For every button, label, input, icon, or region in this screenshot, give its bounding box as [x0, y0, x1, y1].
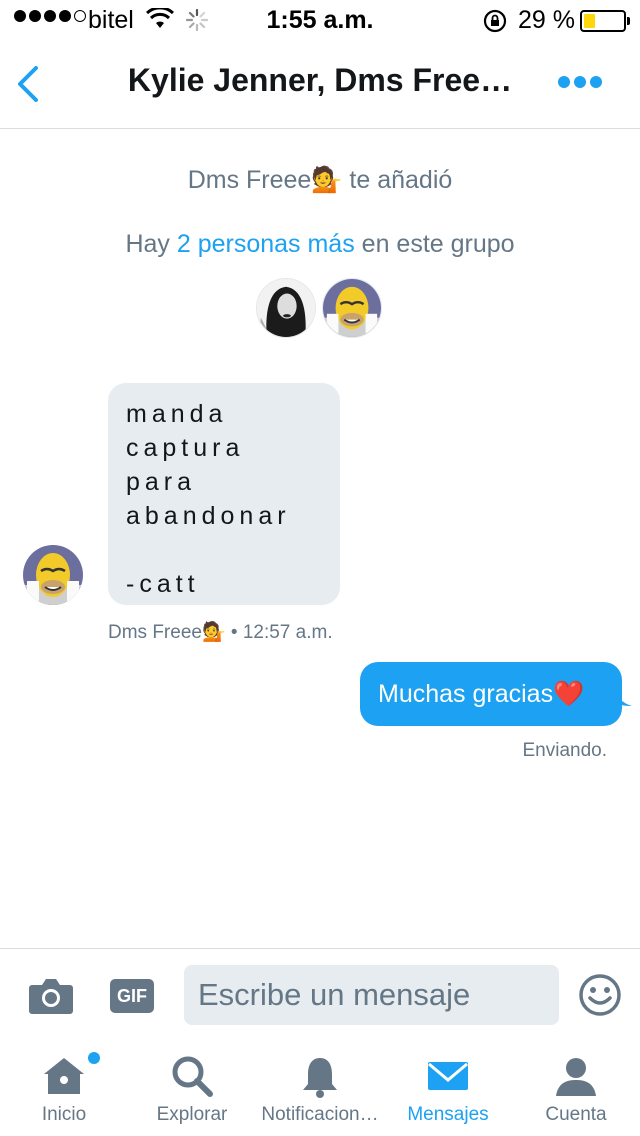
tab-bar: Inicio Explorar Notificacion… Mensajes C…	[0, 1036, 640, 1136]
more-options-icon[interactable]	[558, 70, 608, 94]
notification-dot	[88, 1052, 100, 1064]
tab-notificaciones[interactable]: Notificacion…	[256, 1036, 384, 1136]
status-bar: bitel 1:55 a.m. 29 %	[0, 0, 640, 40]
mail-icon	[428, 1062, 468, 1090]
members-link[interactable]: 2 personas más	[177, 230, 355, 258]
incoming-message-meta: Dms Freee💁 • 12:57 a.m.	[108, 622, 333, 643]
tab-label: Explorar	[156, 1104, 228, 1125]
delivery-status: Enviando.	[522, 740, 607, 761]
tab-inicio[interactable]: Inicio	[0, 1036, 128, 1136]
group-avatars	[256, 278, 382, 338]
tab-label: Mensajes	[407, 1104, 489, 1125]
added-notice: Dms Freee💁 te añadió	[187, 166, 453, 194]
tab-label: Cuenta	[545, 1104, 607, 1125]
tab-mensajes[interactable]: Mensajes	[384, 1036, 512, 1136]
message-input[interactable]	[184, 965, 559, 1025]
tab-explorar[interactable]: Explorar	[128, 1036, 256, 1136]
conversation-header: Kylie Jenner, Dms Free…	[0, 40, 640, 129]
group-members-notice: Hay 2 personas más en este grupo	[0, 230, 640, 259]
home-icon	[44, 1058, 84, 1094]
sender-avatar[interactable]	[23, 545, 83, 605]
outgoing-message-bubble[interactable]: Muchas gracias❤️	[360, 662, 622, 726]
camera-icon[interactable]	[28, 975, 74, 1015]
members-suffix: en este grupo	[354, 230, 515, 258]
bell-icon	[303, 1058, 337, 1098]
bubble-tail	[614, 688, 632, 706]
emoji-icon[interactable]	[578, 973, 622, 1017]
back-chevron-icon[interactable]	[12, 62, 46, 106]
tab-cuenta[interactable]: Cuenta	[512, 1036, 640, 1136]
members-prefix: Hay	[125, 230, 177, 258]
battery-percent: 29 %	[518, 6, 575, 34]
conversation-title[interactable]: Kylie Jenner, Dms Free…	[110, 62, 530, 99]
battery-icon	[580, 10, 626, 32]
search-icon	[172, 1056, 213, 1097]
person-icon	[556, 1058, 596, 1096]
rotation-lock-icon	[483, 9, 507, 33]
avatar-homer[interactable]	[322, 278, 382, 338]
tab-label: Inicio	[41, 1104, 87, 1125]
avatar-kylie[interactable]	[256, 278, 316, 338]
gif-button[interactable]: GIF	[110, 979, 154, 1013]
message-composer: GIF	[0, 948, 640, 1036]
tab-label: Notificacion…	[261, 1104, 379, 1125]
incoming-message-bubble[interactable]: manda captura para abandonar -catt	[108, 383, 340, 605]
